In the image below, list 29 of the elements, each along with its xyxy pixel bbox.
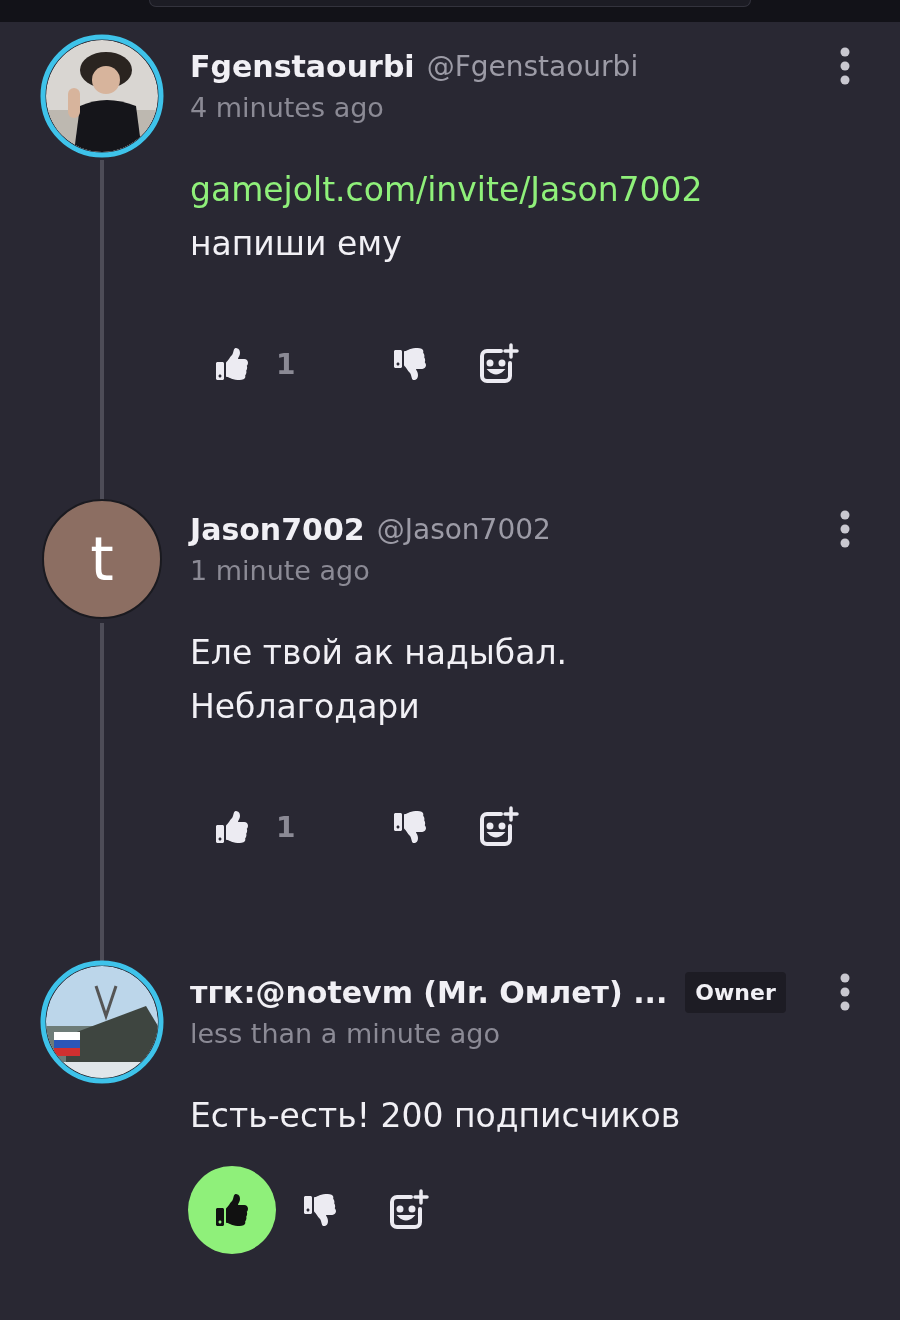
thumbs-down-icon [394, 811, 426, 843]
add-emoji-icon [387, 1189, 429, 1231]
username[interactable]: тгк:@notevm (Mr. Омлет) ... [190, 974, 668, 1010]
thumbs-up-icon [216, 811, 248, 843]
more-icon[interactable] [840, 47, 850, 85]
more-icon[interactable] [840, 973, 850, 1011]
more-icon[interactable] [840, 510, 850, 548]
username[interactable]: Jason7002 [190, 511, 365, 547]
add-emoji-icon [477, 343, 519, 385]
comment-time: 4 minutes ago [190, 92, 385, 123]
like-count: 1 [276, 810, 297, 844]
thumbs-down-icon [394, 348, 426, 380]
comment-time: less than a minute ago [190, 1018, 501, 1049]
avatar[interactable]: t [42, 499, 162, 619]
user-handle: @Fgenstaourbi [426, 49, 639, 83]
thumbs-up-icon [216, 348, 248, 380]
comment-text: Неблагодари [190, 686, 421, 728]
invite-link[interactable]: gamejolt.com/invite/Jason7002 [190, 167, 850, 213]
comment-text: напиши ему [190, 223, 403, 265]
like-count: 1 [276, 347, 297, 381]
comment-text: Есть-есть! 200 подписчиков [190, 1095, 682, 1137]
user-handle: @Jason7002 [376, 512, 551, 546]
thumbs-up-icon [216, 1194, 248, 1226]
owner-badge: Owner [685, 971, 786, 1013]
comment-text: Еле твой ак надыбал. [190, 632, 568, 674]
thumbs-down-icon [304, 1194, 336, 1226]
add-emoji-icon [477, 806, 519, 848]
comment-time: 1 minute ago [190, 555, 371, 586]
username[interactable]: Fgenstaourbi [190, 48, 415, 84]
